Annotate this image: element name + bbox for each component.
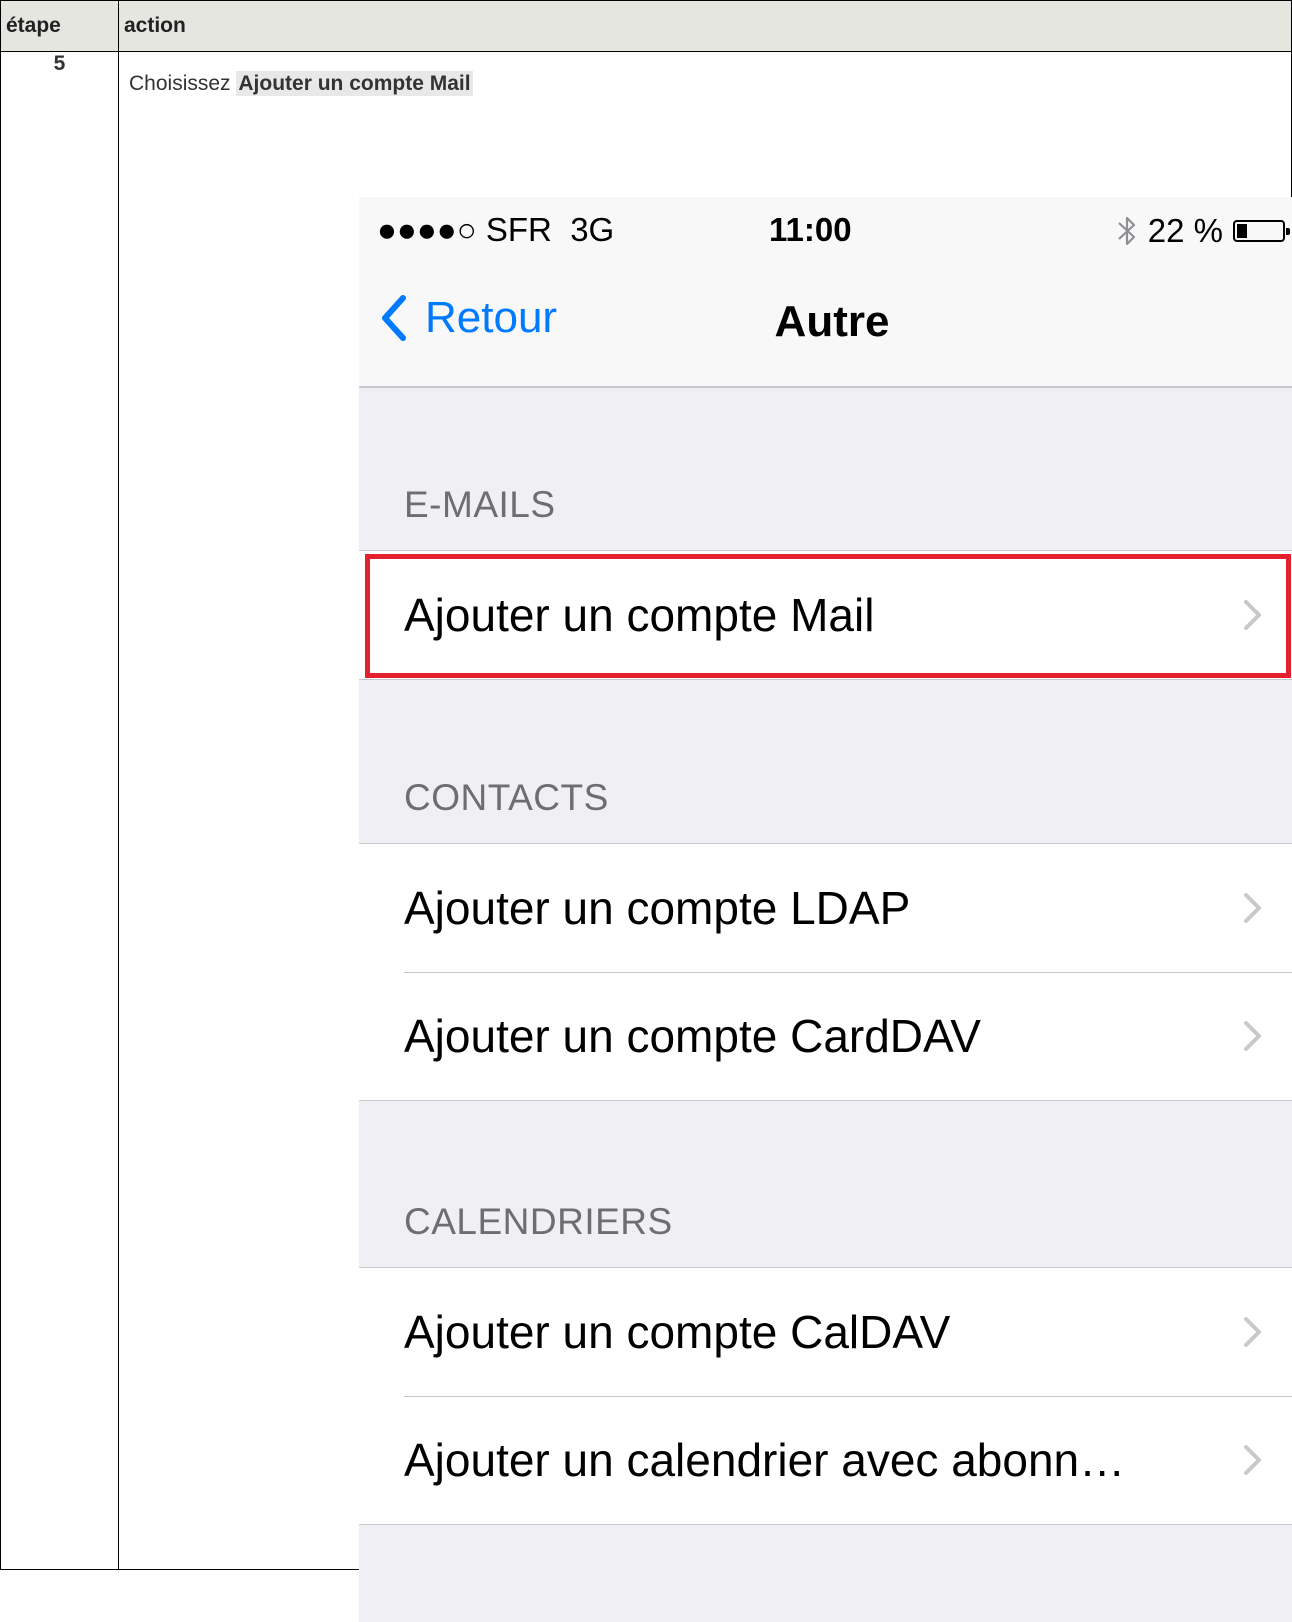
instruction-text: Choisissez Ajouter un compte Mail <box>129 71 473 96</box>
row-label: Ajouter un calendrier avec abonn… <box>404 1434 1126 1486</box>
status-right: 22 % <box>1116 211 1290 251</box>
row-label: Ajouter un compte LDAP <box>404 882 911 934</box>
chevron-right-icon <box>1244 893 1261 923</box>
action-cell: Choisissez Ajouter un compte Mail ●●●●○ … <box>118 51 1292 1622</box>
network-type: 3G <box>570 211 615 248</box>
navigation-bar: ●●●●○ SFR 3G 11:00 22 % Retour Autre <box>359 197 1292 388</box>
section-header-emails: E-MAILS <box>404 484 556 525</box>
instruction-table: étape action 5 Choisissez Ajouter un com… <box>0 0 1292 1622</box>
battery-icon <box>1233 220 1290 242</box>
section-header-calendars: CALENDRIERS <box>404 1201 673 1242</box>
status-time: 11:00 <box>769 211 852 248</box>
bluetooth-icon <box>1118 216 1135 246</box>
battery-nub <box>1286 228 1290 235</box>
carrier-signal: ●●●●○ SFR <box>377 211 552 248</box>
row-add-subscribed-calendar[interactable]: Ajouter un calendrier avec abonn… <box>359 1396 1292 1524</box>
step-number: 5 <box>0 51 119 1570</box>
header-step: étape <box>0 0 119 52</box>
row-add-caldav-account[interactable]: Ajouter un compte CalDAV <box>359 1268 1292 1396</box>
highlight-box <box>365 554 1291 678</box>
section-header-contacts: CONTACTS <box>404 777 609 818</box>
row-add-carddav-account[interactable]: Ajouter un compte CardDAV <box>359 972 1292 1100</box>
chevron-right-icon <box>1244 1021 1261 1051</box>
group-calendars: Ajouter un compte CalDAV Ajouter un cale… <box>359 1267 1292 1525</box>
instruction-prefix: Choisissez <box>129 72 237 95</box>
phone-screenshot: ●●●●○ SFR 3G 11:00 22 % Retour Autre E-M… <box>359 197 1292 1622</box>
group-contacts: Ajouter un compte LDAP Ajouter un compte… <box>359 843 1292 1101</box>
row-add-ldap-account[interactable]: Ajouter un compte LDAP <box>359 844 1292 972</box>
nav-title-text: Autre <box>774 297 890 346</box>
battery-fill <box>1237 224 1247 238</box>
header-action: action <box>118 0 1292 52</box>
instruction-target: Ajouter un compte Mail <box>236 71 473 96</box>
status-carrier: ●●●●○ SFR 3G <box>377 211 614 251</box>
row-label: Ajouter un compte CardDAV <box>404 1010 981 1062</box>
nav-title: Autre <box>359 297 1292 347</box>
chevron-right-icon <box>1244 1445 1261 1475</box>
chevron-right-icon <box>1244 1317 1261 1347</box>
battery-percent: 22 % <box>1147 212 1223 249</box>
row-label: Ajouter un compte CalDAV <box>404 1306 951 1358</box>
